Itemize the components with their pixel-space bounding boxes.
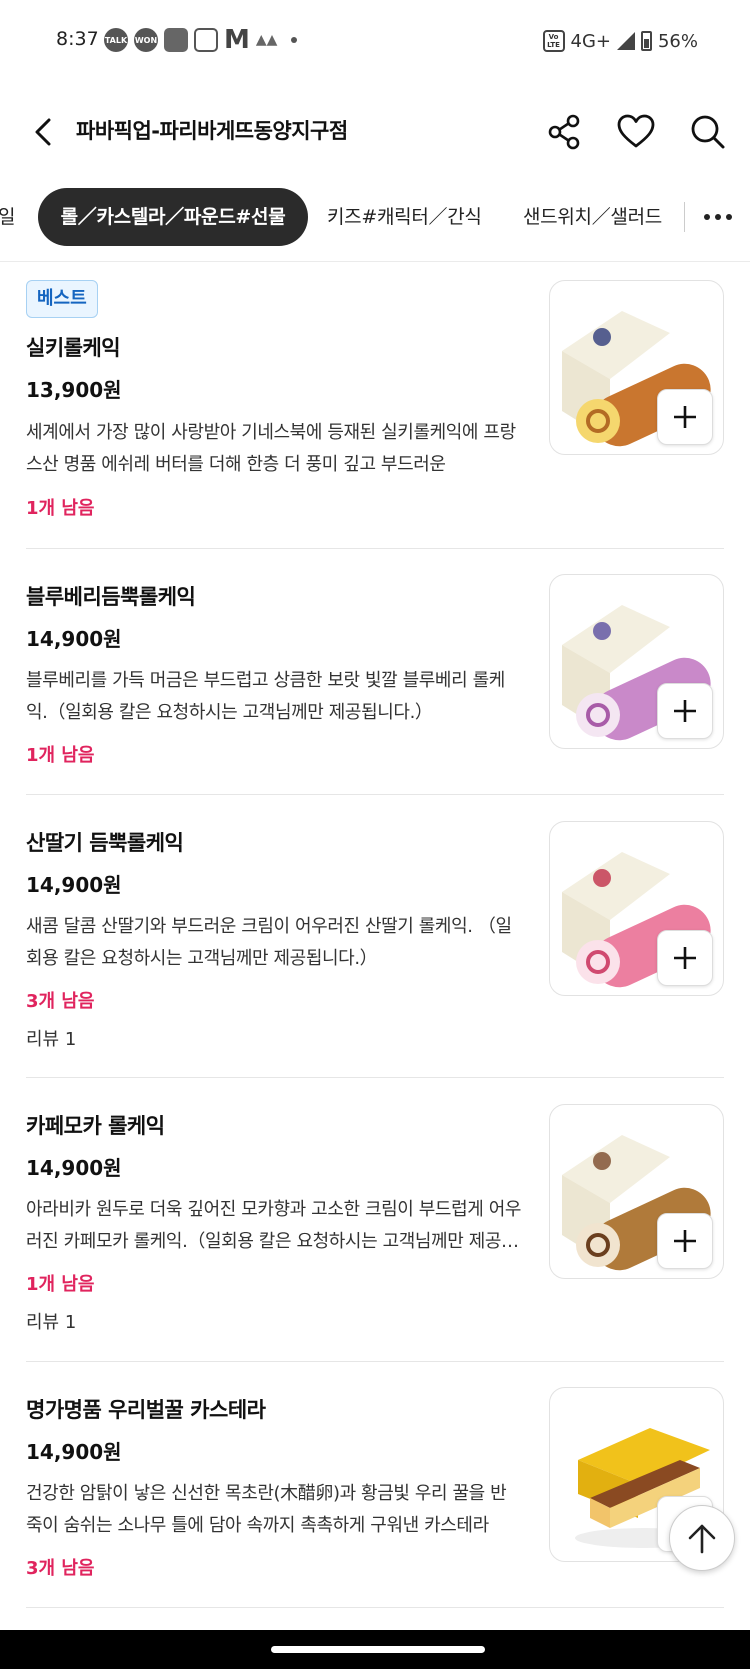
network-type: 4G+ [570,30,611,52]
stock-left: 1개 남음 [26,498,95,519]
store-title: 파바픽업-파리바게뜨동양지구점 [76,119,348,143]
battery-level: 56% [657,30,698,52]
heart-icon[interactable] [616,112,656,152]
product-image[interactable] [549,1104,724,1279]
review-count[interactable]: 리뷰 1 [26,1025,76,1051]
plus-icon [674,1230,696,1252]
product-name: 카페모카 롤케익 [26,1114,165,1138]
divider [26,1607,724,1608]
plus-icon [674,700,696,722]
product-price: 14,900원 [26,873,122,897]
market-icon [194,28,218,52]
notification-icons: TALK WON M ▲▲ [104,25,298,55]
product-item[interactable]: 명가명품 우리벌꿀 카스테라 14,900원 건강한 암탉이 낳은 신선한 목초… [26,1362,724,1608]
product-image[interactable] [549,280,724,455]
review-count[interactable]: 리뷰 1 [26,1308,76,1334]
product-item[interactable]: 산딸기 듬뿍롤케익 14,900원 새콤 달콤 산딸기와 부드러운 크림이 어우… [26,795,724,1078]
product-image[interactable] [549,821,724,996]
back-arrow-icon[interactable] [26,114,62,150]
more-notifications-dot-icon [291,37,298,43]
add-to-cart-button[interactable] [657,930,713,986]
tab-previous[interactable]: 일 [0,188,15,246]
battery-icon [640,31,652,51]
search-icon[interactable] [688,112,728,152]
tab-sandwich-salad[interactable]: 샌드위치／샐러드 [523,188,662,246]
volte-icon: Vo LTE [542,30,565,52]
product-price: 13,900원 [26,378,122,402]
tab-kids-character[interactable]: 키즈#캐릭터／간식 [327,188,482,246]
system-indicators: Vo LTE 4G+ 56% [542,30,698,52]
scroll-to-top-button[interactable] [669,1505,735,1571]
home-indicator[interactable] [271,1646,485,1653]
best-badge: 베스트 [26,280,98,318]
system-navigation-bar [0,1630,750,1669]
category-tabs: 일 롤／카스텔라／파운드#선물 키즈#캐릭터／간식 샌드위치／샐러드 [0,188,750,250]
kakaotalk-icon: TALK [104,28,128,52]
plus-icon [674,947,696,969]
app-header: 파바픽업-파리바게뜨동양지구점 [0,96,750,168]
product-name: 산딸기 듬뿍롤케익 [26,831,184,855]
stock-left: 1개 남음 [26,1274,95,1295]
product-description: 아라비카 원두로 더욱 깊어진 모카향과 고소한 크림이 부드럽게 어우러진 카… [26,1199,522,1252]
tab-roll-castella-pound[interactable]: 롤／카스텔라／파운드#선물 [38,188,308,246]
add-to-cart-button[interactable] [657,1213,713,1269]
share-icon[interactable] [545,112,585,152]
product-item[interactable]: 베스트 실키롤케익 13,900원 세계에서 가장 많이 사랑받아 기네스북에 … [26,262,724,549]
add-to-cart-button[interactable] [657,389,713,445]
product-name: 블루베리듬뿍롤케익 [26,585,196,609]
tab-divider [684,202,685,232]
signal-icon [616,32,635,50]
product-item[interactable]: 카페모카 롤케익 14,900원 아라비카 원두로 더욱 깊어진 모카향과 고소… [26,1078,724,1362]
product-description: 새콤 달콤 산딸기와 부드러운 크림이 어우러진 산딸기 롤케익. （일회용 칼… [26,916,512,969]
product-description: 세계에서 가장 많이 사랑받아 기네스북에 등재된 실키롤케익에 프랑스산 명품… [26,422,516,475]
product-price: 14,900원 [26,1440,122,1464]
add-to-cart-button[interactable] [657,683,713,739]
stock-left: 3개 남음 [26,1558,95,1579]
product-price: 14,900원 [26,627,122,651]
m-app-icon: M [224,25,250,55]
arrow-up-icon [688,1524,716,1554]
product-price: 14,900원 [26,1156,122,1180]
won-icon: WON [134,28,158,52]
product-name: 실키롤케익 [26,336,121,360]
status-bar: 8:37 TALK WON M ▲▲ Vo LTE 4G+ 56% [0,0,750,88]
stock-left: 3개 남음 [26,991,95,1012]
plus-icon [674,406,696,428]
status-time: 8:37 [56,28,99,50]
adidas-icon: ▲▲ [255,32,278,48]
app-square-icon [164,28,188,52]
product-name: 명가명품 우리벌꿀 카스테라 [26,1398,266,1422]
more-icon[interactable] [700,202,736,232]
product-image[interactable] [549,574,724,749]
product-description: 블루베리를 가득 머금은 부드럽고 상큼한 보랏 빛깔 블루베리 롤케익.（일회… [26,670,505,723]
product-description: 건강한 암탉이 낳은 신선한 목초란(木醋卵)과 황금빛 우리 꿀을 반죽이 숨… [26,1483,507,1536]
stock-left: 1개 남음 [26,745,95,766]
product-item[interactable]: 블루베리듬뿍롤케익 14,900원 블루베리를 가득 머금은 부드럽고 상큼한 … [26,549,724,795]
